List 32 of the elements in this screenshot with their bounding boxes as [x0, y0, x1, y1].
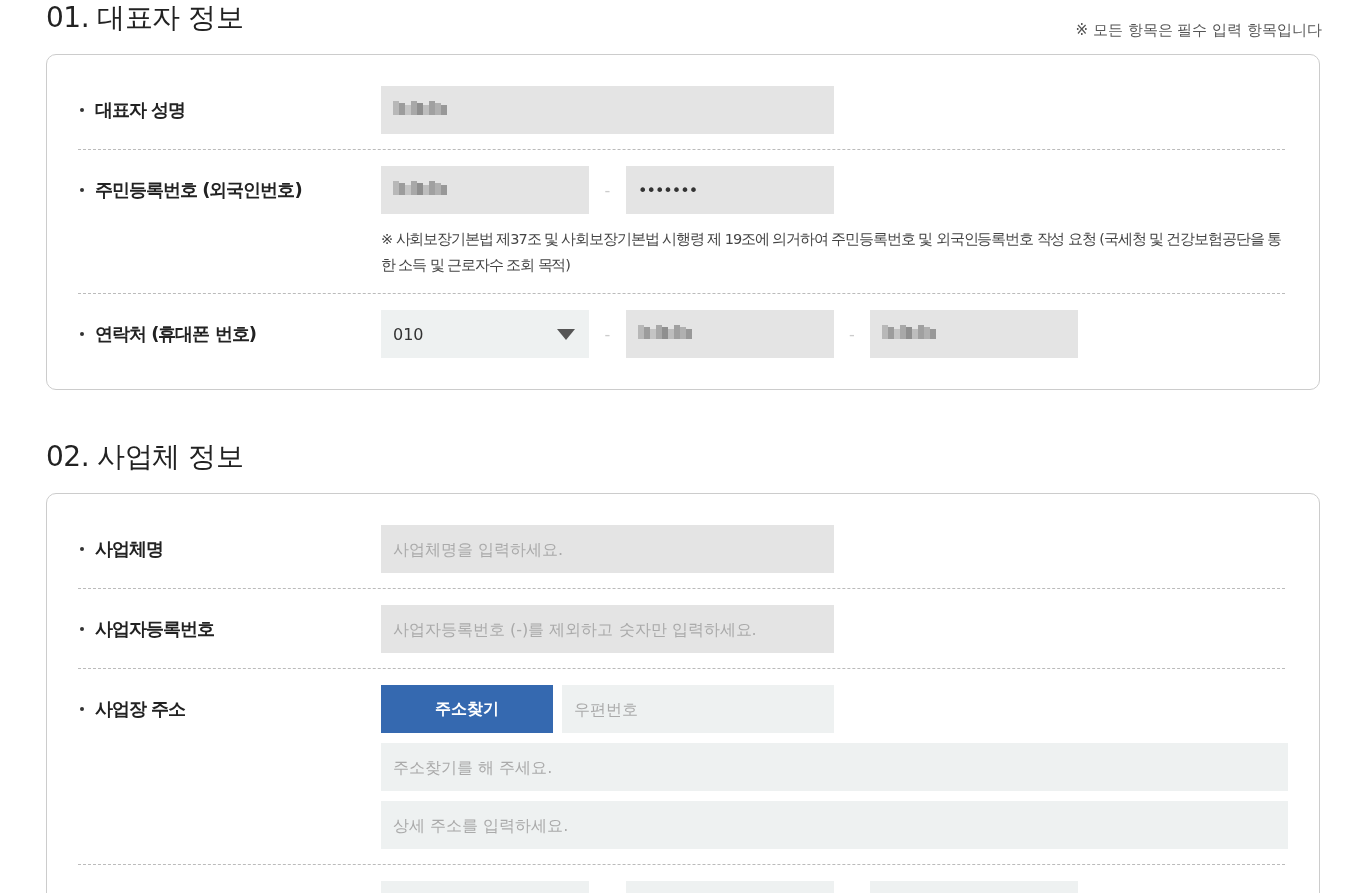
address-search-button[interactable]: 주소찾기: [381, 685, 553, 733]
bullet-icon: [80, 627, 84, 631]
input-field[interactable]: 사업체명을 입력하세요.: [381, 525, 834, 573]
input-field[interactable]: [381, 86, 834, 134]
legal-note: ※ 사회보장기본법 제37조 및 사회보장기본법 시행령 제 19조에 의거하여 주민등록번호 및 외국인등록번호 작성 요청 (국세청 및 건강보험공단을 통한 소득 및 근로자수 조회 목적): [381, 230, 1283, 275]
field-label: 사업장 주소: [95, 697, 186, 721]
input-field[interactable]: [626, 310, 834, 358]
phone-prefix-dropdown[interactable]: 010: [381, 310, 589, 358]
input-field[interactable]: 우편번호: [562, 685, 834, 733]
input-field[interactable]: 상세 주소를 입력하세요.: [381, 801, 1288, 849]
input-field[interactable]: [381, 166, 589, 214]
field-label: 대표자 성명: [95, 98, 186, 122]
section-title: 02. 사업체 정보: [46, 439, 244, 475]
password-field[interactable]: •••••••: [626, 166, 834, 214]
bullet-icon: [80, 108, 84, 112]
caret-icon: [557, 328, 575, 340]
required-notice: ※ 모든 항목은 필수 입력 항목입니다: [1075, 21, 1322, 40]
input-field[interactable]: 사업자등록번호 (-)를 제외하고 숫자만 입력하세요.: [381, 605, 834, 653]
input-field[interactable]: [870, 310, 1078, 358]
field-label: 사업체명: [95, 537, 163, 561]
field-label: 사업자등록번호: [95, 617, 214, 641]
input-field[interactable]: 주소찾기를 해 주세요.: [381, 743, 1288, 791]
bullet-icon: [80, 707, 84, 711]
dash-separator: -: [603, 180, 612, 200]
field-label: 주민등록번호 (외국인번호): [95, 178, 302, 202]
bullet-icon: [80, 188, 84, 192]
bullet-icon: [80, 332, 84, 336]
field-label: 연락처 (휴대폰 번호): [95, 322, 256, 346]
dash-separator: -: [848, 324, 856, 344]
section-title: 01. 대표자 정보: [46, 0, 244, 36]
bullet-icon: [80, 547, 84, 551]
dash-separator: -: [603, 324, 612, 344]
